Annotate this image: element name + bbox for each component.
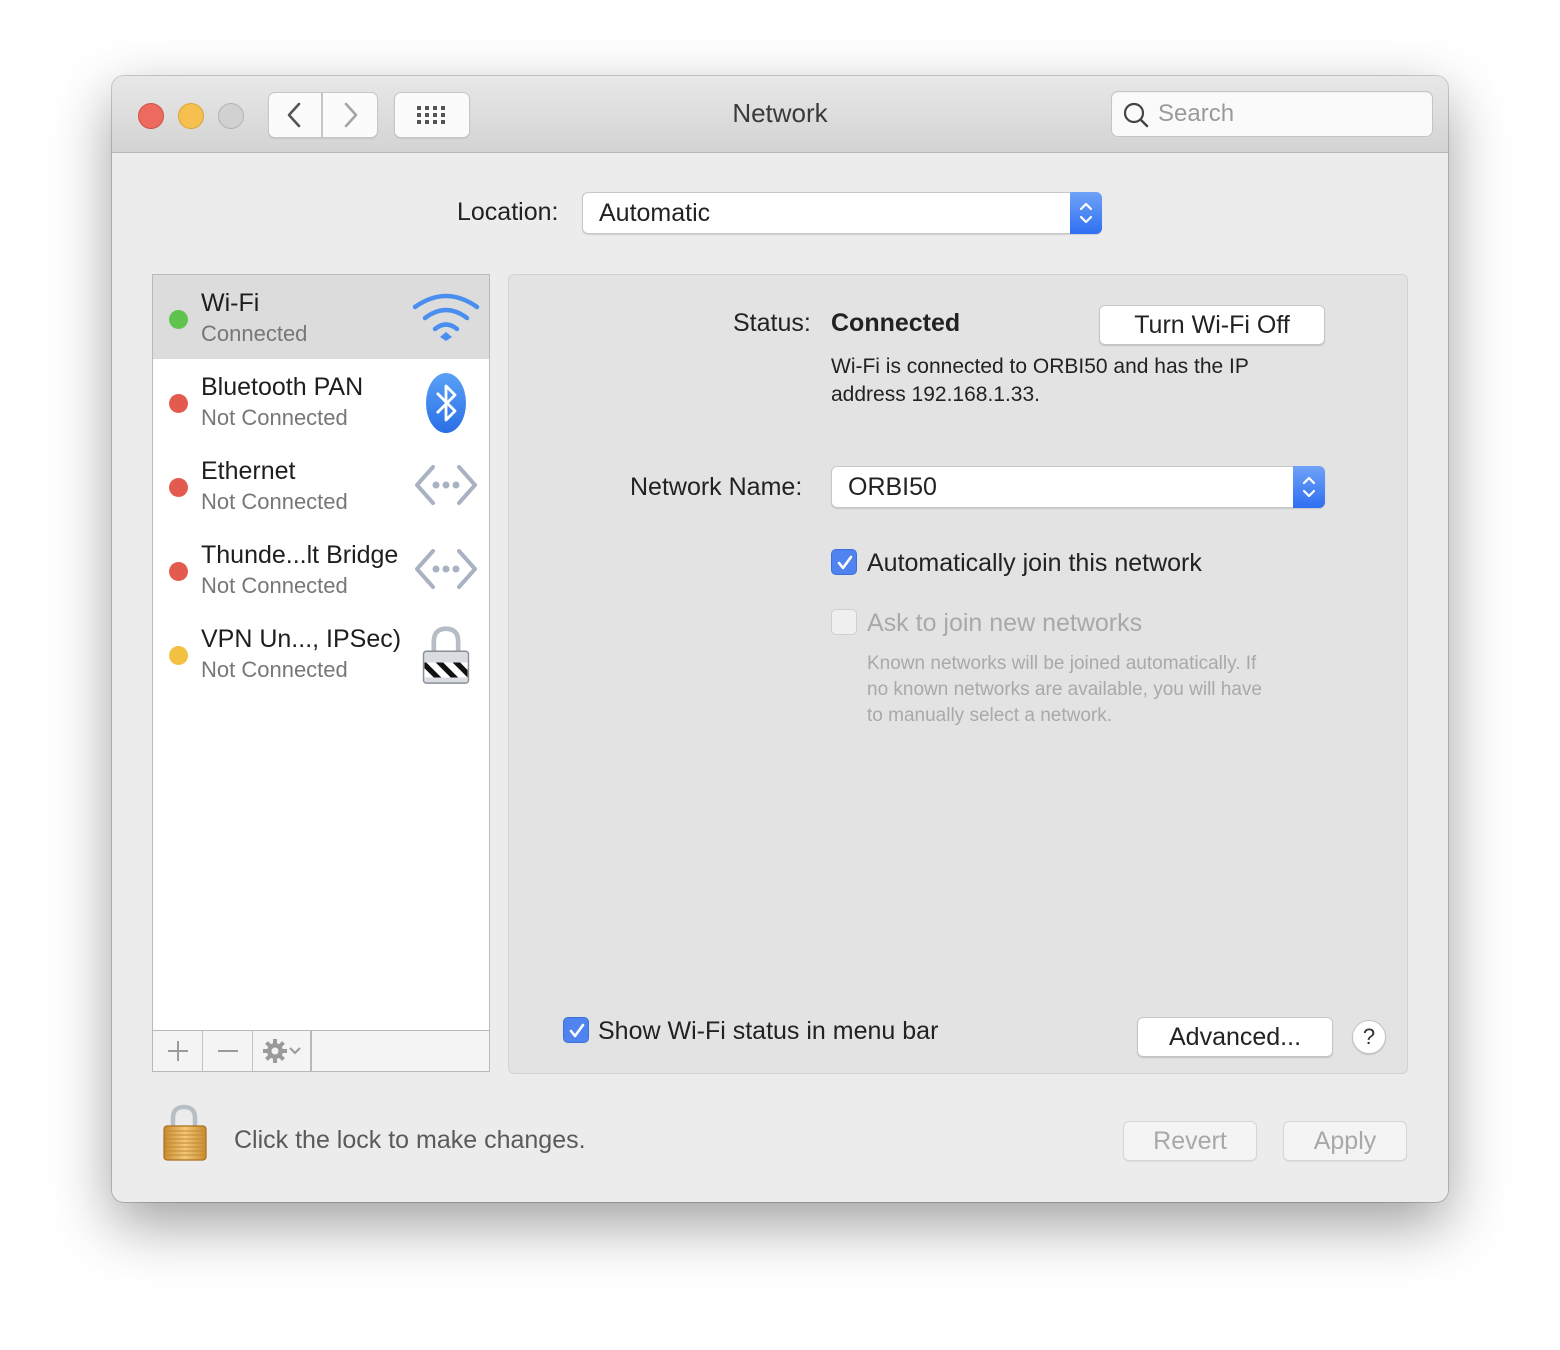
checkmark-icon bbox=[569, 1023, 585, 1038]
ask-join-label: Ask to join new networks bbox=[867, 609, 1143, 637]
network-preferences-window: Network Search Location: Automatic Wi-Fi… bbox=[112, 76, 1448, 1202]
help-button[interactable]: ? bbox=[1352, 1020, 1386, 1054]
popup-stepper-icon bbox=[1070, 192, 1102, 234]
service-status: Not Connected bbox=[201, 657, 348, 682]
wifi-icon bbox=[412, 293, 480, 341]
checkmark-icon bbox=[837, 555, 853, 570]
plus-icon bbox=[167, 1041, 188, 1061]
lock-icon[interactable] bbox=[160, 1104, 210, 1164]
status-dot bbox=[169, 310, 188, 329]
ask-join-help-3: to manually select a network. bbox=[867, 705, 1113, 726]
service-name: Thunde...lt Bridge bbox=[201, 541, 399, 569]
service-status: Connected bbox=[201, 321, 308, 346]
service-status: Not Connected bbox=[201, 573, 348, 598]
turn-wifi-off-button[interactable]: Turn Wi-Fi Off bbox=[1099, 305, 1325, 345]
service-status: Not Connected bbox=[201, 405, 348, 430]
revert-button[interactable]: Revert bbox=[1123, 1121, 1257, 1161]
ethernet-icon bbox=[415, 549, 477, 589]
search-icon bbox=[1123, 102, 1149, 128]
remove-service-button[interactable] bbox=[203, 1031, 253, 1071]
ethernet-icon bbox=[415, 465, 477, 505]
add-service-button[interactable] bbox=[153, 1031, 203, 1071]
service-list: Wi-Fi Connected Bluetooth PAN Not Connec… bbox=[152, 274, 490, 1072]
service-item-thunderbolt-bridge[interactable]: Thunde...lt Bridge Not Connected bbox=[153, 527, 489, 611]
status-description-line1: Wi-Fi is connected to ORBI50 and has the… bbox=[831, 355, 1249, 378]
ask-join-help-1: Known networks will be joined automatica… bbox=[867, 653, 1257, 674]
ask-join-help-2: no known networks are available, you wil… bbox=[867, 679, 1262, 700]
service-list-toolbar bbox=[153, 1030, 489, 1071]
service-item-ethernet[interactable]: Ethernet Not Connected bbox=[153, 443, 489, 527]
ask-join-checkbox[interactable] bbox=[831, 609, 857, 635]
service-name: Bluetooth PAN bbox=[201, 373, 364, 401]
popup-stepper-icon bbox=[1293, 466, 1325, 508]
vpn-lock-icon bbox=[422, 626, 470, 684]
service-actions-menu[interactable] bbox=[253, 1031, 312, 1071]
advanced-button[interactable]: Advanced... bbox=[1137, 1017, 1333, 1057]
bluetooth-icon bbox=[426, 373, 466, 433]
status-value: Connected bbox=[831, 309, 961, 337]
location-label: Location: bbox=[457, 198, 559, 226]
title-bar: Network Search bbox=[112, 76, 1448, 153]
service-name: VPN Un..., IPSec) bbox=[201, 625, 402, 653]
detail-pane: Status: Connected Turn Wi-Fi Off Wi-Fi i… bbox=[508, 274, 1408, 1074]
chevron-down-icon bbox=[288, 1047, 301, 1055]
auto-join-label: Automatically join this network bbox=[867, 549, 1202, 577]
search-input[interactable]: Search bbox=[1111, 91, 1433, 137]
status-description-line2: address 192.168.1.33. bbox=[831, 383, 1040, 406]
lock-message: Click the lock to make changes. bbox=[234, 1126, 586, 1154]
auto-join-checkbox[interactable] bbox=[831, 549, 857, 575]
show-wifi-status-label: Show Wi-Fi status in menu bar bbox=[598, 1017, 939, 1045]
search-placeholder: Search bbox=[1158, 100, 1235, 127]
status-dot bbox=[169, 646, 188, 665]
network-name-label: Network Name: bbox=[630, 473, 803, 501]
status-label: Status: bbox=[733, 309, 811, 337]
location-value: Automatic bbox=[599, 199, 711, 227]
status-dot bbox=[169, 394, 188, 413]
location-popup[interactable]: Automatic bbox=[582, 192, 1102, 234]
network-name-value: ORBI50 bbox=[848, 473, 937, 501]
network-name-popup[interactable]: ORBI50 bbox=[831, 466, 1325, 508]
service-item-bluetooth-pan[interactable]: Bluetooth PAN Not Connected bbox=[153, 359, 489, 443]
status-dot bbox=[169, 562, 188, 581]
service-status: Not Connected bbox=[201, 489, 348, 514]
show-wifi-status-checkbox[interactable] bbox=[563, 1017, 589, 1043]
status-dot bbox=[169, 478, 188, 497]
service-item-wifi[interactable]: Wi-Fi Connected bbox=[153, 275, 489, 359]
service-item-vpn[interactable]: VPN Un..., IPSec) Not Connected bbox=[153, 611, 489, 695]
apply-button[interactable]: Apply bbox=[1283, 1121, 1407, 1161]
service-name: Wi-Fi bbox=[201, 289, 260, 317]
service-name: Ethernet bbox=[201, 457, 296, 485]
gear-icon bbox=[262, 1039, 287, 1063]
minus-icon bbox=[217, 1050, 238, 1052]
